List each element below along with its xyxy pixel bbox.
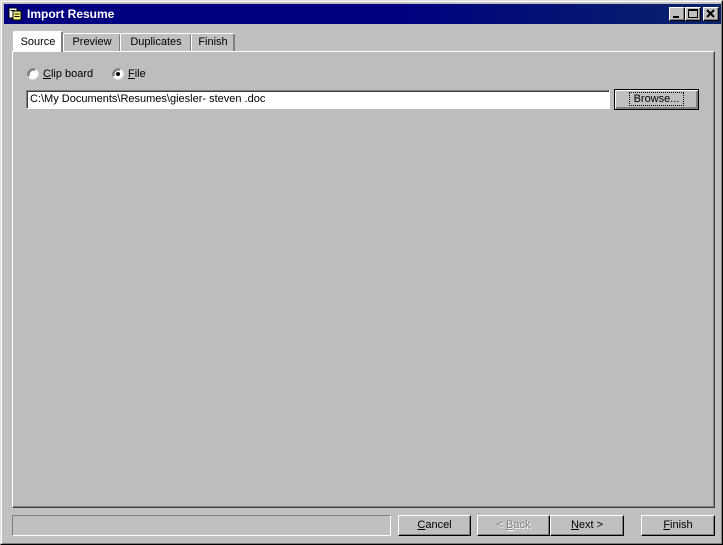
import-resume-window: Import Resume Source Preview Duplicates … bbox=[0, 0, 723, 545]
source-tab-panel bbox=[12, 51, 715, 508]
tab-duplicates[interactable]: Duplicates bbox=[120, 33, 192, 51]
title-bar[interactable]: Import Resume bbox=[4, 4, 721, 24]
close-button[interactable] bbox=[703, 7, 719, 21]
tab-finish-label: Finish bbox=[198, 36, 228, 48]
tab-finish[interactable]: Finish bbox=[191, 33, 235, 51]
radio-file[interactable]: File bbox=[112, 68, 146, 80]
file-path-input[interactable]: C:\My Documents\Resumes\giesler- steven … bbox=[26, 90, 610, 109]
radio-clipboard-label: Clip board bbox=[43, 68, 94, 80]
tab-preview[interactable]: Preview bbox=[63, 33, 121, 51]
tab-preview-label: Preview bbox=[72, 36, 112, 48]
maximize-icon bbox=[688, 9, 698, 18]
finish-button[interactable]: Finish bbox=[641, 515, 715, 536]
import-resume-app-icon[interactable] bbox=[8, 7, 22, 21]
radio-checked-icon[interactable] bbox=[112, 68, 124, 80]
radio-clipboard[interactable]: Clip board bbox=[27, 68, 93, 80]
radio-unchecked-icon[interactable] bbox=[27, 68, 39, 80]
tab-source[interactable]: Source bbox=[13, 31, 63, 52]
status-bar-field bbox=[12, 515, 391, 536]
finish-button-label: Finish bbox=[663, 519, 693, 531]
next-button[interactable]: Next > bbox=[550, 515, 624, 536]
radio-file-label: File bbox=[128, 68, 146, 80]
tab-source-label: Source bbox=[20, 36, 56, 48]
window-title: Import Resume bbox=[27, 7, 115, 21]
tab-duplicates-label: Duplicates bbox=[130, 36, 182, 48]
cancel-button[interactable]: Cancel bbox=[398, 515, 471, 536]
maximize-button[interactable] bbox=[685, 7, 701, 21]
back-button[interactable]: < Back bbox=[477, 515, 550, 536]
minimize-button[interactable] bbox=[669, 7, 685, 21]
cancel-button-label: Cancel bbox=[417, 519, 452, 531]
back-button-label: < Back bbox=[496, 519, 531, 531]
browse-button-label: Browse... bbox=[628, 92, 685, 106]
close-icon bbox=[706, 9, 715, 18]
browse-button[interactable]: Browse... bbox=[614, 89, 699, 110]
minimize-icon bbox=[673, 16, 679, 18]
next-button-label: Next > bbox=[570, 519, 604, 531]
